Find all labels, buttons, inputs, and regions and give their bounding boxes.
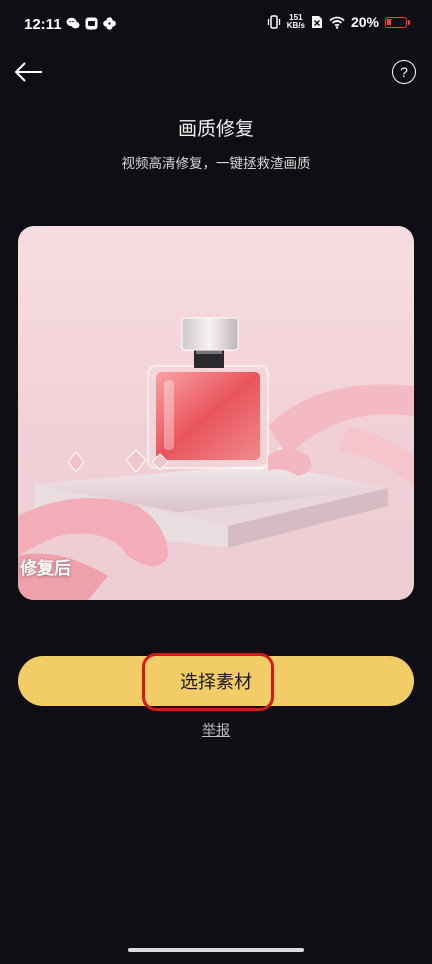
select-material-button[interactable]: 选择素材: [18, 656, 414, 706]
app-icon: [85, 17, 98, 30]
status-notification-icons: [66, 17, 116, 30]
network-speed: 151 KB/s: [287, 14, 305, 30]
battery-icon: [385, 16, 407, 28]
after-label: 修复后: [20, 559, 71, 579]
perfume-illustration: [18, 317, 414, 600]
home-indicator[interactable]: [128, 948, 304, 952]
select-material-label: 选择素材: [180, 672, 252, 693]
battery-percent: 20%: [350, 14, 379, 30]
wifi-icon: [329, 16, 345, 29]
help-button[interactable]: ?: [392, 60, 416, 84]
question-mark-icon: ?: [400, 64, 408, 80]
arrow-left-icon: [15, 62, 42, 82]
status-time: 12:11: [24, 16, 62, 33]
preview-image: [18, 226, 414, 600]
page-subtitle: 视频高清修复，一键拯救渣画质: [121, 156, 311, 172]
status-system-icons: 151 KB/s 20%: [267, 14, 410, 30]
no-sim-icon: [311, 16, 322, 28]
back-button[interactable]: [12, 58, 46, 86]
network-speed-unit: KB/s: [286, 21, 305, 30]
page-title: 画质修复: [177, 118, 254, 140]
status-bar: 12:11 151 KB/s 20%: [0, 0, 432, 52]
fan-icon: [103, 17, 116, 30]
wechat-icon: [66, 17, 80, 29]
vibrate-icon: [267, 15, 280, 29]
report-link[interactable]: 举报: [0, 720, 432, 740]
battery-tip: [408, 19, 410, 25]
